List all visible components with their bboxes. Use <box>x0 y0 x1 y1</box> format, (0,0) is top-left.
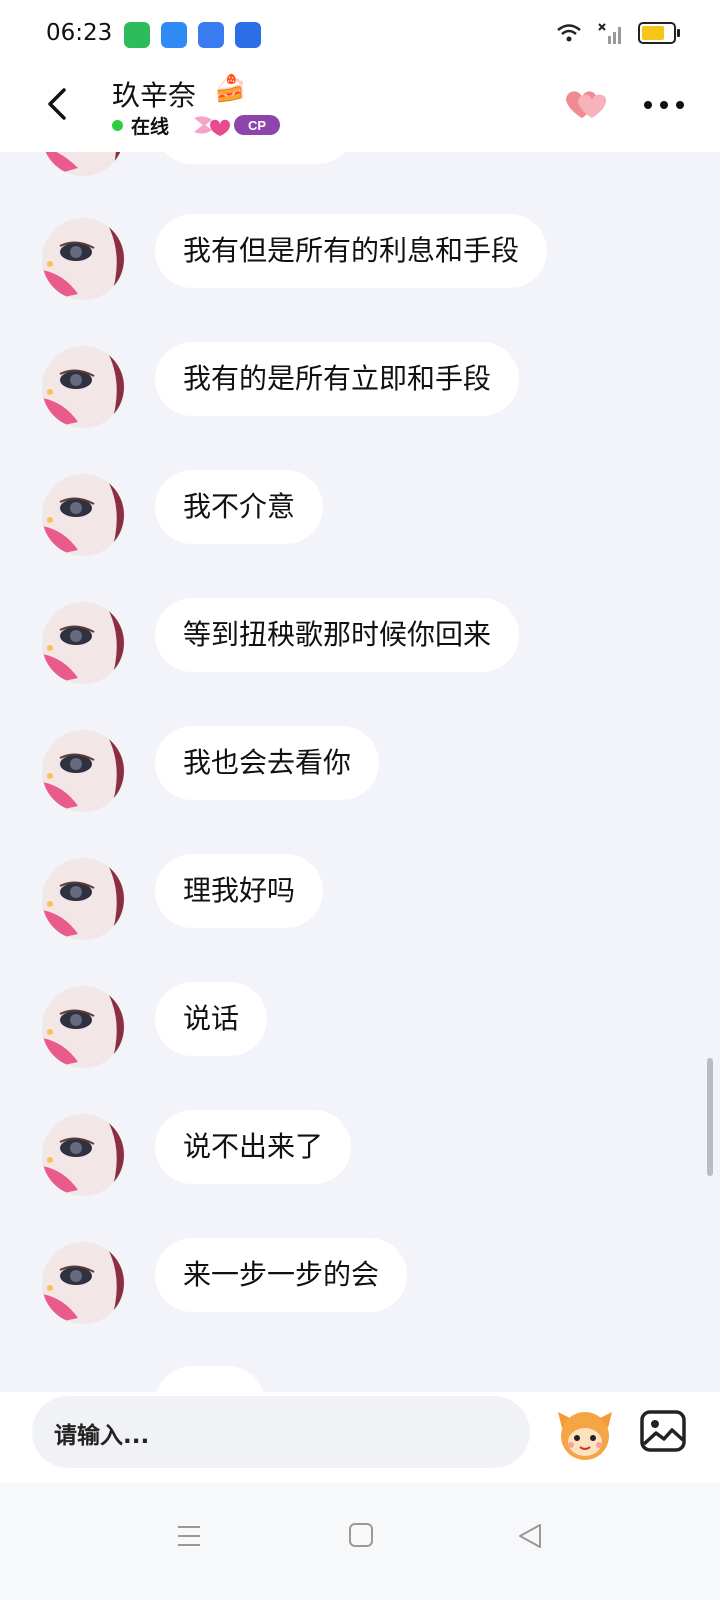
message-bubble[interactable]: 来一步一步的会 <box>155 1238 408 1312</box>
message-row: 说不出来了 <box>0 1110 720 1196</box>
status-indicators <box>556 22 680 44</box>
blue-chat-icon <box>198 22 224 48</box>
message-bubble[interactable]: 说话 <box>155 982 268 1056</box>
contact-avatar[interactable] <box>42 858 124 940</box>
message-bubble[interactable] <box>155 1366 265 1392</box>
blue-window-icon <box>235 22 261 48</box>
cp-badge-text: CP <box>248 118 266 133</box>
message-row: 说话 <box>0 982 720 1068</box>
message-row: 我也会去看你 <box>0 726 720 812</box>
message-bubble[interactable]: 理我好吗 <box>155 854 324 928</box>
image-picker-icon[interactable] <box>638 1406 688 1456</box>
cake-emoji: 🍰 <box>214 74 247 104</box>
contact-avatar[interactable] <box>42 218 124 300</box>
signal-icon <box>598 23 621 44</box>
chat-header: 玖辛奈 🍰 在线 CP <box>0 70 720 152</box>
home-icon[interactable] <box>348 1522 374 1548</box>
back-triangle-icon[interactable] <box>516 1522 544 1550</box>
green-app-icon <box>124 22 150 48</box>
online-status-text: 在线 <box>131 116 170 138</box>
contact-avatar[interactable] <box>42 1242 124 1324</box>
contact-avatar[interactable] <box>42 474 124 556</box>
message-input-bar: 请输入... <box>0 1392 720 1482</box>
more-options-icon[interactable] <box>640 90 688 120</box>
contact-avatar[interactable] <box>42 1114 124 1196</box>
message-row: 等到扭秧歌那时候你回来 <box>0 598 720 684</box>
message-row: 理我好吗 <box>0 854 720 940</box>
chat-message-list[interactable]: 我有但是所有的利息和手段 我有的是所有立即和手段 我不介意 等到扭秧歌那时候你回… <box>0 152 720 1392</box>
message-row: 来一步一步的会 <box>0 1238 720 1324</box>
input-placeholder: 请输入... <box>54 1423 150 1449</box>
message-input[interactable]: 请输入... <box>32 1396 530 1468</box>
message-bubble[interactable]: 说不出来了 <box>155 1110 352 1184</box>
message-row <box>0 1366 720 1392</box>
message-row: 我不介意 <box>0 470 720 556</box>
contact-avatar[interactable] <box>42 152 124 176</box>
recent-apps-icon[interactable] <box>176 1524 202 1548</box>
status-app-icons <box>124 22 261 48</box>
contact-name[interactable]: 玖辛奈 <box>112 74 196 114</box>
message-bubble[interactable]: 我有但是所有的利息和手段 <box>155 214 548 288</box>
message-row: 我有但是所有的利息和手段 <box>0 214 720 300</box>
back-arrow-icon[interactable] <box>36 82 80 126</box>
scrollbar-thumb[interactable] <box>707 1058 713 1176</box>
battery-icon <box>638 22 680 44</box>
sticker-icon[interactable] <box>554 1402 616 1464</box>
cp-badge-icon[interactable]: CP <box>190 112 282 138</box>
message-bubble[interactable]: 我有的是所有立即和手段 <box>155 342 520 416</box>
message-bubble[interactable]: 等到扭秧歌那时候你回来 <box>155 598 520 672</box>
contact-avatar[interactable] <box>42 986 124 1068</box>
online-status-dot <box>112 120 123 131</box>
contact-avatar[interactable] <box>42 346 124 428</box>
status-time: 06:23 <box>46 20 113 46</box>
message-bubble[interactable]: 我不介意 <box>155 470 324 544</box>
wifi-icon <box>557 24 581 42</box>
message-bubble[interactable]: 我也会去看你 <box>155 726 380 800</box>
message-row: 我有的是所有立即和手段 <box>0 342 720 428</box>
blue-feather-icon <box>161 22 187 48</box>
system-navigation-bar <box>0 1482 720 1600</box>
contact-avatar[interactable] <box>42 730 124 812</box>
contact-avatar[interactable] <box>42 602 124 684</box>
message-row <box>0 152 720 176</box>
heart-icon[interactable] <box>560 84 612 124</box>
status-bar: 06:23 <box>0 0 720 70</box>
message-bubble[interactable] <box>155 152 355 164</box>
